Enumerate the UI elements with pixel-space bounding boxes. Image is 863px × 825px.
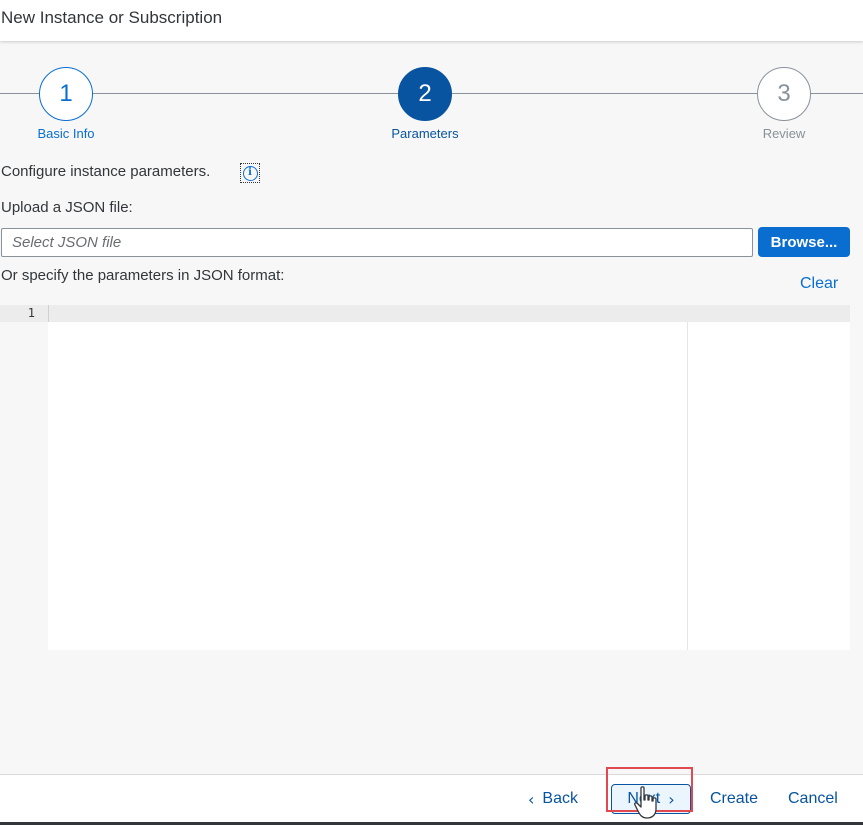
editor-active-line[interactable] bbox=[0, 305, 850, 322]
next-label: Next bbox=[627, 790, 661, 807]
editor-print-margin bbox=[687, 322, 688, 650]
configure-text: Configure instance parameters. bbox=[1, 163, 211, 180]
editor-line-number: 1 bbox=[27, 306, 35, 320]
step-label: Review bbox=[762, 126, 806, 141]
dialog-header: New Instance or Subscription bbox=[0, 0, 863, 41]
chevron-left-icon: ‹ bbox=[528, 789, 535, 809]
json-file-input[interactable] bbox=[1, 228, 753, 257]
browse-button[interactable]: Browse... bbox=[758, 227, 850, 257]
next-button[interactable]: Next › bbox=[611, 784, 691, 814]
dialog-footer: ‹ Back Next › Create Cancel bbox=[0, 774, 863, 822]
specify-label: Or specify the parameters in JSON format… bbox=[1, 267, 285, 284]
wizard-progress: 1 Basic Info 2 Parameters 3 Review bbox=[0, 41, 863, 151]
chevron-right-icon: › bbox=[668, 789, 675, 809]
editor-gutter bbox=[0, 305, 48, 650]
back-button[interactable]: ‹ Back bbox=[528, 786, 578, 812]
upload-label: Upload a JSON file: bbox=[1, 199, 133, 216]
step-number[interactable]: 2 bbox=[398, 67, 452, 121]
create-button[interactable]: Create bbox=[710, 786, 758, 812]
back-label: Back bbox=[542, 790, 578, 807]
step-number: 3 bbox=[757, 67, 811, 121]
clear-link[interactable]: Clear bbox=[800, 275, 838, 293]
step-label[interactable]: Parameters bbox=[365, 126, 485, 141]
cancel-button[interactable]: Cancel bbox=[788, 786, 838, 812]
dialog-title: New Instance or Subscription bbox=[1, 8, 223, 27]
json-editor[interactable]: 1 bbox=[0, 305, 850, 650]
info-icon[interactable]: i bbox=[240, 163, 260, 183]
step-number[interactable]: 1 bbox=[39, 67, 93, 121]
step-label[interactable]: Basic Info bbox=[6, 126, 126, 141]
editor-cursor bbox=[48, 305, 49, 322]
